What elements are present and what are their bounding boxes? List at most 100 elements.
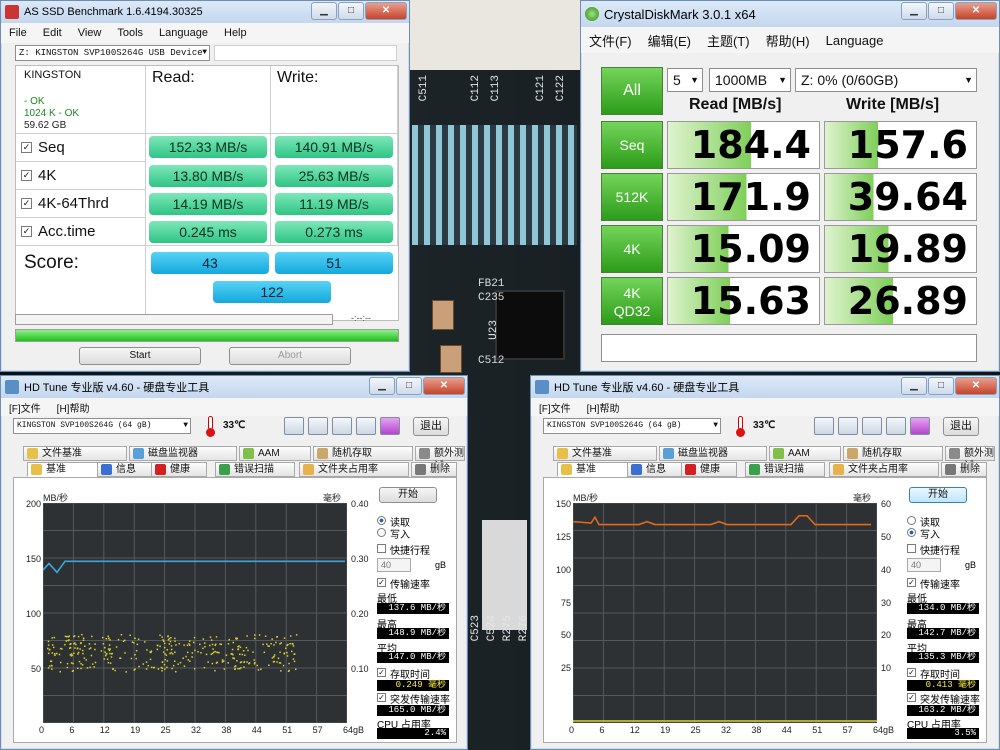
maximize-button[interactable]: □ [338,2,364,20]
tab-0[interactable]: 文件基准 [23,446,127,461]
start-button[interactable]: 开始 [379,487,437,503]
tab2-2[interactable]: 健康 [681,462,737,477]
size-select[interactable]: 1000MB ▼ [709,68,791,92]
tab-4[interactable]: 额外测试 [945,446,995,472]
copy-icon[interactable] [814,417,834,435]
menu-help[interactable]: Help [216,27,255,39]
menu-file[interactable]: File [1,27,35,39]
minimize-button[interactable]: ▁ [311,2,337,20]
short-stroke-checkbox[interactable] [377,544,386,553]
menu-file[interactable]: [F]文件 [531,400,579,415]
short-stroke-input[interactable]: 40 [377,558,411,572]
start-button[interactable]: Start [79,347,201,365]
menu-edit[interactable]: Edit [35,27,70,39]
drive-select[interactable]: Z: KINGSTON SVP100S264G USB Device ▼ [15,45,210,61]
tab2-2[interactable]: 健康 [151,462,207,477]
tab2-1[interactable]: 信息 [97,462,153,477]
as-ssd-titlebar[interactable]: AS SSD Benchmark 1.6.4194.30325 ▁ □ ✕ [1,1,409,23]
tab2-5[interactable]: 删除 [941,462,987,477]
tab2-0[interactable]: 基准 [27,462,99,477]
test-button-2[interactable]: 4K [601,225,663,273]
all-button[interactable]: All [601,67,663,115]
drive-select[interactable]: Z: 0% (0/60GB) ▼ [795,68,977,92]
close-button[interactable]: ✕ [955,2,997,20]
count-select[interactable]: 5 ▼ [667,68,703,92]
menu-tools[interactable]: Tools [109,27,151,39]
menu-help[interactable]: [H]帮助 [579,400,628,415]
menu-theme[interactable]: 主题(T) [699,31,758,50]
drive-select[interactable]: KINGSTON SVP100S264G (64 gB) ▼ [13,418,191,434]
tab2-0[interactable]: 基准 [557,462,629,477]
acc-time-checkbox[interactable]: ✓ [21,226,32,237]
menu-help[interactable]: 帮助(H) [758,31,818,50]
close-button[interactable]: ✕ [423,377,465,395]
tab2-4[interactable]: 文件夹占用率 [829,462,939,477]
save-icon[interactable] [862,417,882,435]
cdm-titlebar[interactable]: CrystalDiskMark 3.0.1 x64 ▁ □ ✕ [581,1,999,27]
minimize-button[interactable]: ▁ [901,2,927,20]
minimize-button[interactable]: ▁ [369,377,395,395]
write-radio[interactable] [377,528,386,537]
tab2-4[interactable]: 文件夹占用率 [299,462,409,477]
test-button-1[interactable]: 512K [601,173,663,221]
short-stroke-checkbox[interactable] [907,544,916,553]
menu-language[interactable]: Language [151,27,216,39]
tab-3[interactable]: 随机存取 [313,446,413,461]
tab-2[interactable]: AAM [769,446,841,461]
maximize-button[interactable]: □ [396,377,422,395]
menu-help[interactable]: [H]帮助 [49,400,98,415]
abort-button[interactable]: Abort [229,347,351,365]
tab-0[interactable]: 文件基准 [553,446,657,461]
compare-icon[interactable] [838,417,858,435]
tab-1[interactable]: 磁盘监视器 [129,446,237,461]
write-radio[interactable] [907,528,916,537]
close-button[interactable]: ✕ [955,377,997,395]
hdtune-titlebar[interactable]: HD Tune 专业版 v4.60 - 硬盘专业工具 ▁ □ ✕ [531,376,999,398]
start-button[interactable]: 开始 [909,487,967,503]
close-button[interactable]: ✕ [365,2,407,20]
access-time-checkbox[interactable]: ✓ [907,668,916,677]
4k-checkbox[interactable]: ✓ [21,170,32,181]
menu-language[interactable]: Language [818,33,892,48]
burst-rate-checkbox[interactable]: ✓ [377,693,386,702]
tab2-3[interactable]: 错误扫描 [745,462,825,477]
comment-field[interactable] [601,334,977,362]
save-icon[interactable] [332,417,352,435]
maximize-button[interactable]: □ [928,377,954,395]
download-icon[interactable] [380,417,400,435]
minimize-button[interactable]: ▁ [901,377,927,395]
test-label: 4K [623,241,641,257]
tab-4[interactable]: 额外测试 [415,446,465,472]
4k64-checkbox[interactable]: ✓ [21,198,32,209]
seq-checkbox[interactable]: ✓ [21,142,32,153]
test-button-0[interactable]: Seq [601,121,663,169]
short-stroke-input[interactable]: 40 [907,558,941,572]
drive-select[interactable]: KINGSTON SVP100S264G (64 gB) ▼ [543,418,721,434]
exit-button[interactable]: 退出 [943,417,979,436]
tab2-1[interactable]: 信息 [627,462,683,477]
read-radio[interactable] [377,516,386,525]
transfer-rate-checkbox[interactable]: ✓ [377,578,386,587]
access-time-checkbox[interactable]: ✓ [377,668,386,677]
download-icon[interactable] [910,417,930,435]
tab2-3[interactable]: 错误扫描 [215,462,295,477]
menu-edit[interactable]: 编辑(E) [640,31,699,50]
menu-view[interactable]: View [70,27,110,39]
maximize-button[interactable]: □ [928,2,954,20]
tab-1[interactable]: 磁盘监视器 [659,446,767,461]
tab-2[interactable]: AAM [239,446,311,461]
read-radio[interactable] [907,516,916,525]
tab2-5[interactable]: 删除 [411,462,457,477]
menu-file[interactable]: 文件(F) [581,31,640,50]
burst-rate-checkbox[interactable]: ✓ [907,693,916,702]
exit-button[interactable]: 退出 [413,417,449,436]
options-icon[interactable] [886,417,906,435]
menu-file[interactable]: [F]文件 [1,400,49,415]
compare-icon[interactable] [308,417,328,435]
hdtune-titlebar[interactable]: HD Tune 专业版 v4.60 - 硬盘专业工具 ▁ □ ✕ [1,376,467,398]
copy-icon[interactable] [284,417,304,435]
tab-3[interactable]: 随机存取 [843,446,943,461]
test-button-3[interactable]: 4K QD32 [601,277,663,325]
options-icon[interactable] [356,417,376,435]
transfer-rate-checkbox[interactable]: ✓ [907,578,916,587]
